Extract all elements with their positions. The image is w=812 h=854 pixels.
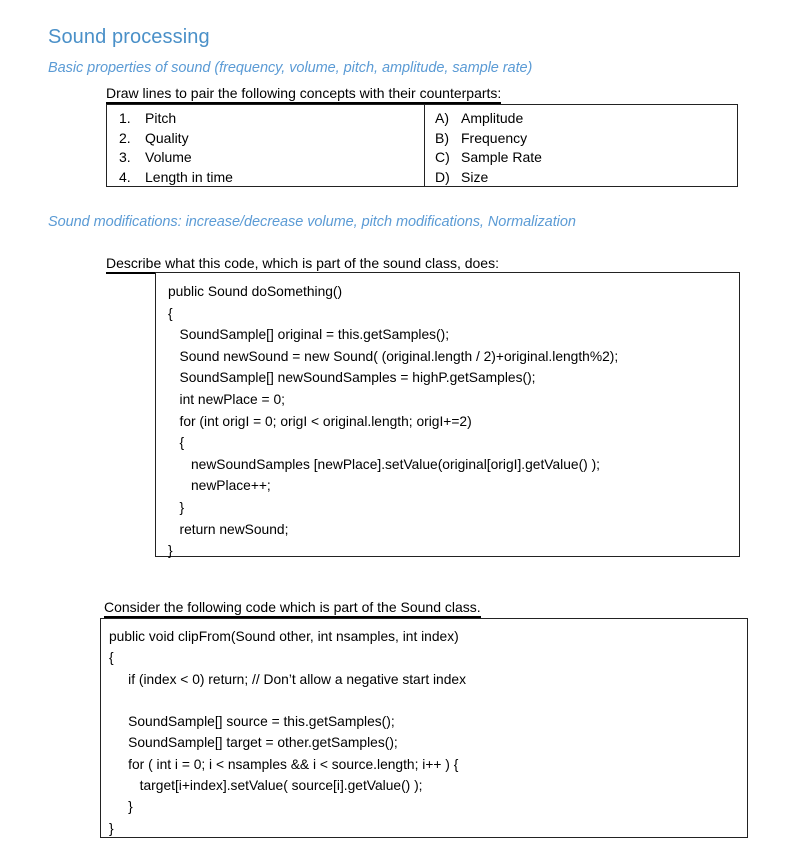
list-item-label: Quality xyxy=(145,129,189,146)
matching-table-right-column: A) Amplitude B) Frequency C) Sample Rate… xyxy=(425,105,737,186)
list-marker: 1. xyxy=(119,110,131,126)
table-row: D) Size xyxy=(425,168,737,188)
code-line: { xyxy=(168,435,185,451)
code-line: } xyxy=(109,820,114,836)
section-subtitle-sound-modifications: Sound modifications: increase/decrease v… xyxy=(48,214,576,230)
code-line: SoundSample[] original = this.getSamples… xyxy=(168,327,450,343)
code-line: SoundSample[] target = other.getSamples(… xyxy=(109,735,398,751)
question-2-prompt: Consider the following code which is par… xyxy=(104,599,481,618)
list-marker: 2. xyxy=(119,129,131,146)
matching-instruction: Draw lines to pair the following concept… xyxy=(106,85,502,104)
section-subtitle-basic-properties: Basic properties of sound (frequency, vo… xyxy=(48,60,533,76)
list-item-label: Size xyxy=(461,168,489,185)
table-row: 4. Length in time xyxy=(107,168,424,188)
table-row: A) Amplitude xyxy=(425,109,737,129)
code-block-do-something: public Sound doSomething() { SoundSample… xyxy=(155,272,740,558)
table-row: 1. Pitch xyxy=(107,109,424,129)
code-line: target[i+index].setValue( source[i].getV… xyxy=(109,778,423,794)
document-page: Sound processing Basic properties of sou… xyxy=(0,0,812,854)
list-item-label: Volume xyxy=(145,149,192,165)
list-item-label: Length in time xyxy=(145,168,233,185)
code-line: int newPlace = 0; xyxy=(168,391,285,407)
code-line: { xyxy=(109,650,114,666)
code-line: newSoundSamples [newPlace].setValue(orig… xyxy=(168,456,601,472)
matching-table: 1. Pitch 2. Quality 3. Volume 4. Length … xyxy=(106,104,738,187)
list-item-label: Amplitude xyxy=(461,110,524,126)
matching-table-left-column: 1. Pitch 2. Quality 3. Volume 4. Length … xyxy=(107,105,425,186)
code-line: public void clipFrom(Sound other, int ns… xyxy=(109,629,459,644)
list-item-label: Pitch xyxy=(145,110,177,126)
code-line: if (index < 0) return; // Don’t allow a … xyxy=(109,671,466,687)
list-marker: B) xyxy=(435,129,449,146)
code-block-clip-from: public void clipFrom(Sound other, int ns… xyxy=(100,618,748,838)
code-line: Sound newSound = new Sound( (original.le… xyxy=(168,348,619,364)
table-row: C) Sample Rate xyxy=(425,148,737,168)
table-row: B) Frequency xyxy=(425,129,737,149)
table-row: 2. Quality xyxy=(107,129,424,149)
code-line: SoundSample[] source = this.getSamples()… xyxy=(109,714,395,730)
code-line: for ( int i = 0; i < nsamples && i < sou… xyxy=(109,756,459,772)
code-line: } xyxy=(109,799,133,815)
code-line: return newSound; xyxy=(168,521,289,537)
list-item-label: Frequency xyxy=(461,129,528,146)
list-marker: C) xyxy=(435,149,450,165)
code-line: SoundSample[] newSoundSamples = highP.ge… xyxy=(168,370,536,386)
page-title: Sound processing xyxy=(48,26,210,48)
list-marker: D) xyxy=(435,168,450,185)
code-line: } xyxy=(168,543,173,559)
list-marker: 3. xyxy=(119,149,131,165)
code-line: { xyxy=(168,305,173,321)
code-line: for (int origI = 0; origI < original.len… xyxy=(168,413,472,429)
code-line: newPlace++; xyxy=(168,478,271,494)
list-marker: A) xyxy=(435,110,449,126)
list-marker: 4. xyxy=(119,168,131,185)
list-item-label: Sample Rate xyxy=(461,149,542,165)
code-line: public Sound doSomething() xyxy=(168,284,343,299)
table-row: 3. Volume xyxy=(107,148,424,168)
code-line: } xyxy=(168,499,185,515)
